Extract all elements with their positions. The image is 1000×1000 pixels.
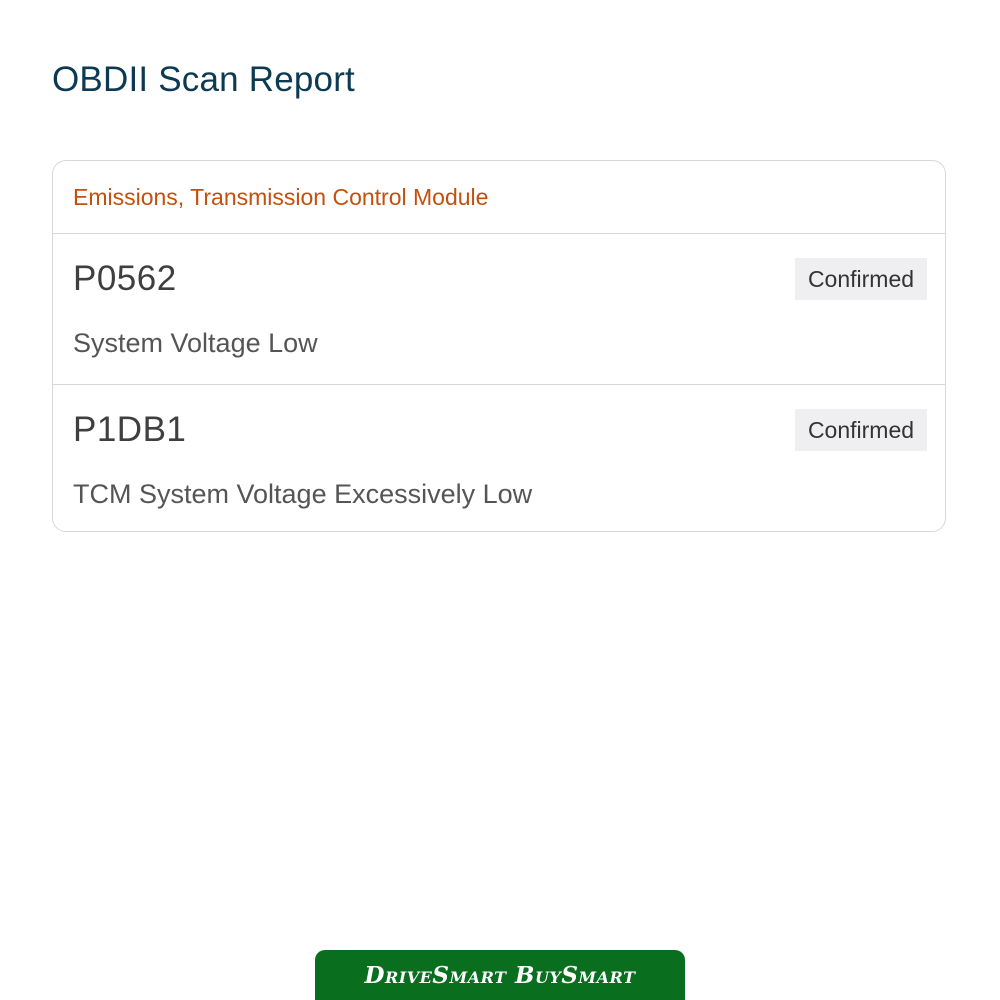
status-badge: Confirmed [795,409,927,451]
brand-banner[interactable]: DriveSmart BuySmart [315,950,685,1000]
brand-logo: DriveSmart BuySmart [364,961,636,989]
module-name: Emissions, Transmission Control Module [73,184,489,210]
status-badge: Confirmed [795,258,927,300]
dtc-row[interactable]: P0562 Confirmed System Voltage Low [53,234,945,384]
dtc-description: TCM System Voltage Excessively Low [73,479,533,509]
page-title: OBDII Scan Report [52,60,355,99]
scan-results-card: Emissions, Transmission Control Module P… [52,160,946,532]
dtc-code: P1DB1 [73,410,187,449]
dtc-row[interactable]: P1DB1 Confirmed TCM System Voltage Exces… [53,384,945,531]
module-header: Emissions, Transmission Control Module [53,161,945,234]
dtc-code: P0562 [73,259,177,298]
dtc-description: System Voltage Low [73,328,318,358]
